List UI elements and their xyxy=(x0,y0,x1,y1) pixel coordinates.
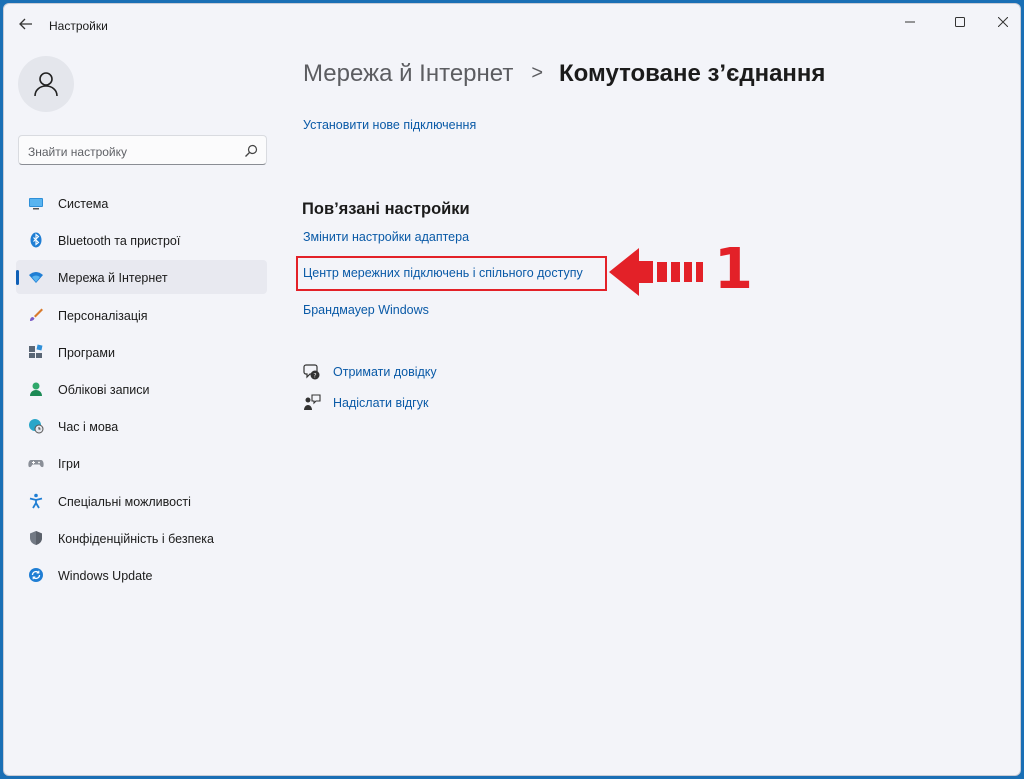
brush-icon xyxy=(30,308,43,321)
breadcrumb: Мережа й Інтернет > Комутоване з’єднання xyxy=(303,60,825,88)
sidebar-nav: Система Bluetooth та пристрої Мережа й І… xyxy=(16,186,267,595)
search-icon[interactable] xyxy=(244,144,258,158)
close-icon xyxy=(998,17,1008,27)
sidebar-item-label: Персоналізація xyxy=(58,308,148,323)
apps-icon xyxy=(29,344,43,358)
minimize-icon xyxy=(905,21,915,23)
sidebar-item-accounts[interactable]: Облікові записи xyxy=(16,372,267,406)
close-button[interactable] xyxy=(980,8,1020,36)
sidebar-item-privacy[interactable]: Конфіденційність і безпека xyxy=(16,521,267,555)
svg-text:?: ? xyxy=(313,373,316,380)
sidebar-item-network[interactable]: Мережа й Інтернет xyxy=(16,260,267,295)
sidebar-item-time-language[interactable]: Час і мова xyxy=(16,409,267,443)
sidebar-item-personalization[interactable]: Персоналізація xyxy=(16,298,267,332)
sidebar-item-label: Облікові записи xyxy=(58,382,150,397)
person-icon xyxy=(30,382,42,396)
sidebar-item-bluetooth[interactable]: Bluetooth та пристрої xyxy=(16,223,267,257)
breadcrumb-separator: > xyxy=(531,62,544,84)
feedback-icon xyxy=(304,394,321,410)
search-box[interactable]: Знайти настройку xyxy=(18,135,267,165)
title-bar: Настройки xyxy=(4,4,1020,44)
shield-icon xyxy=(30,530,42,545)
accessibility-icon xyxy=(29,493,43,508)
app-title: Настройки xyxy=(49,19,108,33)
settings-window: Настройки Знайти настройку Система Bluet… xyxy=(3,3,1021,776)
sidebar-item-label: Спеціальні можливості xyxy=(58,494,191,509)
sidebar-item-windows-update[interactable]: Windows Update xyxy=(16,558,267,592)
sidebar-item-label: Програми xyxy=(58,345,115,360)
send-feedback-label: Надіслати відгук xyxy=(333,396,429,410)
minimize-button[interactable] xyxy=(887,8,933,36)
related-settings-title: Пов’язані настройки xyxy=(302,200,470,218)
display-icon xyxy=(29,198,43,210)
highlight-box xyxy=(296,256,607,291)
new-connection-link[interactable]: Установити нове підключення xyxy=(303,118,476,132)
breadcrumb-parent[interactable]: Мережа й Інтернет xyxy=(303,60,513,87)
bluetooth-icon xyxy=(30,232,42,248)
maximize-icon xyxy=(955,17,965,27)
sidebar-item-accessibility[interactable]: Спеціальні можливості xyxy=(16,484,267,518)
back-arrow-icon xyxy=(19,18,32,30)
user-avatar[interactable] xyxy=(18,56,74,112)
wifi-icon xyxy=(29,272,43,284)
sidebar-item-label: Мережа й Інтернет xyxy=(58,271,168,286)
sidebar-item-label: Конфіденційність і безпека xyxy=(58,531,214,546)
back-button[interactable] xyxy=(16,15,36,33)
sidebar-item-system[interactable]: Система xyxy=(16,186,267,220)
adapter-settings-link[interactable]: Змінити настройки адаптера xyxy=(303,230,469,244)
sidebar-item-label: Ігри xyxy=(58,457,80,472)
page-title: Комутоване з’єднання xyxy=(559,60,826,87)
sidebar-item-label: Windows Update xyxy=(58,568,153,583)
gamepad-icon xyxy=(28,460,44,468)
sidebar-item-label: Час і мова xyxy=(58,420,119,435)
windows-firewall-link[interactable]: Брандмауер Windows xyxy=(303,303,429,317)
get-help-link[interactable]: ? Отримати довідку xyxy=(303,363,437,381)
send-feedback-link[interactable]: Надіслати відгук xyxy=(303,394,428,412)
maximize-button[interactable] xyxy=(937,8,983,36)
annotation-number: 1 xyxy=(714,237,753,302)
sidebar-item-gaming[interactable]: Ігри xyxy=(16,446,267,480)
help-icon: ? xyxy=(303,364,320,380)
sidebar-item-label: Система xyxy=(58,197,109,211)
update-icon xyxy=(29,567,43,582)
person-icon xyxy=(34,72,58,97)
sidebar-item-apps[interactable]: Програми xyxy=(16,335,267,369)
sidebar-item-label: Bluetooth та пристрої xyxy=(58,234,181,249)
globe-clock-icon xyxy=(29,419,44,434)
search-input[interactable]: Знайти настройку xyxy=(28,145,127,159)
get-help-label: Отримати довідку xyxy=(333,365,437,379)
